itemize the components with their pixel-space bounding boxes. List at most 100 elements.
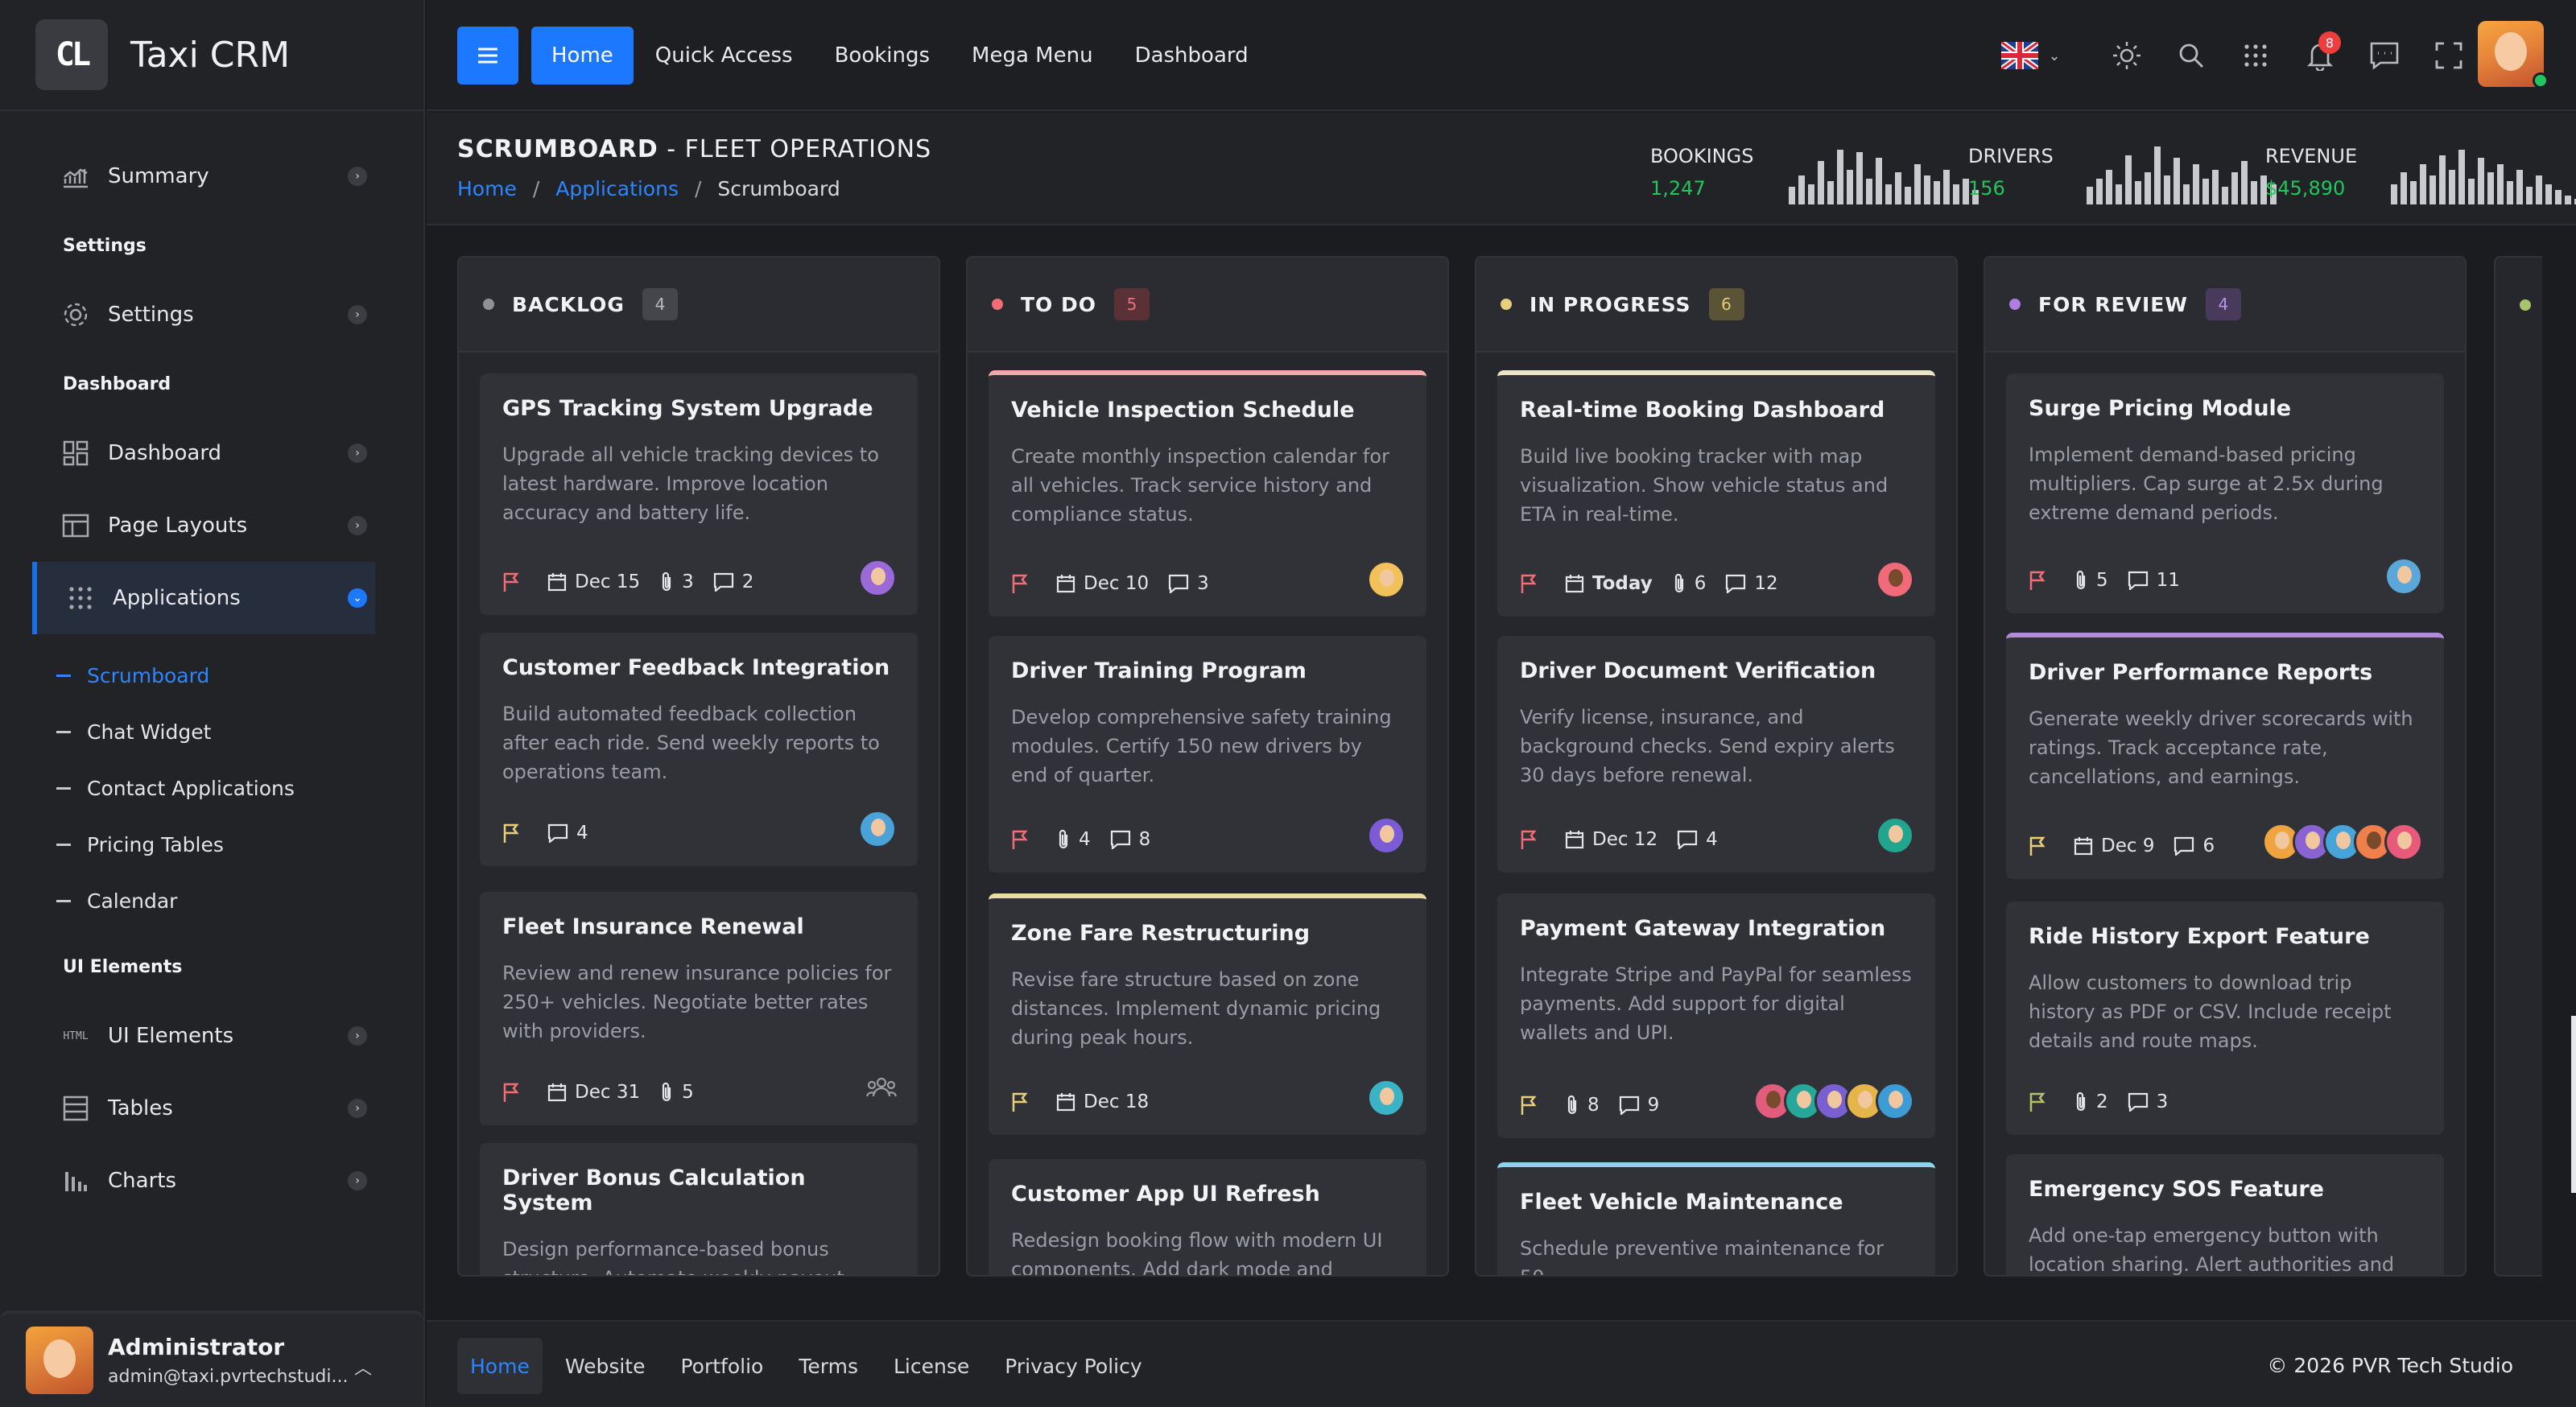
assignees[interactable] — [858, 810, 897, 848]
status-dot — [1501, 299, 1512, 310]
task-card[interactable]: Driver Performance Reports Generate week… — [2006, 633, 2444, 879]
task-card[interactable]: Payment Gateway Integration Integrate St… — [1497, 893, 1935, 1138]
card-description: Implement demand-based pricing multiplie… — [2029, 444, 2384, 524]
subitem-calendar[interactable]: Calendar — [0, 873, 423, 929]
team-icon[interactable] — [865, 1077, 898, 1101]
task-card[interactable]: Customer Feedback Integration Build auto… — [480, 633, 918, 866]
priority-flag[interactable] — [1520, 1095, 1546, 1116]
sidebar-item-ui-elements[interactable]: HTML UI Elements › — [32, 1000, 375, 1072]
breadcrumb-home[interactable]: Home — [457, 177, 517, 200]
sidebar-item-page-layouts[interactable]: Page Layouts › — [32, 489, 375, 562]
assignees[interactable] — [1876, 816, 1914, 855]
card-description: Review and renew insurance policies for … — [502, 962, 892, 1042]
priority-flag[interactable] — [1011, 829, 1037, 850]
notifications-button[interactable]: 8 — [2301, 31, 2341, 75]
sparkline-bar — [2401, 172, 2407, 204]
task-card[interactable]: Vehicle Inspection Schedule Create month… — [989, 370, 1426, 617]
sparkline-bar — [2116, 184, 2122, 204]
search-button[interactable] — [2172, 36, 2211, 75]
task-card[interactable]: Customer App UI Refresh Redesign booking… — [989, 1159, 1426, 1275]
due-date: Dec 9 — [2074, 836, 2154, 856]
priority-flag[interactable] — [1011, 1091, 1037, 1112]
priority-flag[interactable] — [1011, 573, 1037, 594]
topnav-quick-access[interactable]: Quick Access — [635, 27, 813, 85]
chevron-up-icon[interactable]: ︿ — [354, 1354, 372, 1380]
messages-button[interactable] — [2365, 36, 2404, 75]
fullscreen-button[interactable] — [2429, 36, 2468, 75]
priority-flag[interactable] — [502, 571, 528, 592]
theme-toggle-button[interactable] — [2107, 36, 2146, 75]
topnav-bookings[interactable]: Bookings — [815, 27, 950, 85]
footer-link-website[interactable]: Website — [552, 1338, 658, 1394]
assignees[interactable] — [2262, 823, 2423, 861]
sidebar-item-tables[interactable]: Tables › — [32, 1072, 375, 1145]
sidebar-item-charts[interactable]: Charts › — [32, 1145, 375, 1217]
sidebar-nav: Summary › Settings Settings › Dashboard … — [0, 111, 423, 1217]
task-card[interactable]: Ride History Export Feature Allow custom… — [2006, 902, 2444, 1135]
assignees[interactable] — [1367, 560, 1406, 599]
priority-flag[interactable] — [1520, 573, 1546, 594]
subitem-pricing-tables[interactable]: Pricing Tables — [0, 816, 423, 873]
assignees[interactable] — [2384, 557, 2423, 596]
task-card[interactable]: Surge Pricing Module Implement demand-ba… — [2006, 373, 2444, 613]
user-profile[interactable]: Administrator admin@taxi.pvrtechstudi...… — [0, 1310, 423, 1407]
task-card[interactable]: Real-time Booking Dashboard Build live b… — [1497, 370, 1935, 617]
priority-flag[interactable] — [2029, 570, 2054, 591]
priority-flag[interactable] — [2029, 1091, 2054, 1112]
priority-flag[interactable] — [502, 1082, 528, 1103]
column-backlog: BACKLOG 4 GPS Tracking System Upgrade Up… — [457, 256, 940, 1277]
due-date: Dec 18 — [1056, 1091, 1149, 1112]
topnav-dashboard[interactable]: Dashboard — [1115, 27, 1269, 85]
task-card[interactable]: Fleet Insurance Renewal Review and renew… — [480, 892, 918, 1125]
priority-flag[interactable] — [2029, 836, 2054, 856]
priority-flag[interactable] — [1520, 829, 1546, 850]
footer-link-license[interactable]: License — [881, 1338, 982, 1394]
task-card[interactable]: GPS Tracking System Upgrade Upgrade all … — [480, 373, 918, 615]
sidebar-item-summary[interactable]: Summary › — [32, 140, 375, 212]
sparkline-bar — [1866, 178, 1872, 204]
sparkline-bar — [2487, 172, 2494, 204]
sparkline-bar — [1808, 184, 1814, 204]
sidebar-item-settings[interactable]: Settings › — [32, 279, 375, 351]
subitem-chat-widget[interactable]: Chat Widget — [0, 704, 423, 760]
assignees[interactable] — [1753, 1082, 1914, 1120]
task-card[interactable]: Driver Bonus Calculation System Design p… — [480, 1143, 918, 1275]
apps-button[interactable] — [2236, 36, 2275, 75]
footer-link-privacy[interactable]: Privacy Policy — [992, 1338, 1154, 1394]
comments: 12 — [1725, 573, 1778, 594]
subitem-contact-applications[interactable]: Contact Applications — [0, 760, 423, 816]
comments: 2 — [713, 571, 753, 592]
breadcrumb-applications[interactable]: Applications — [555, 177, 679, 200]
topnav-home[interactable]: Home — [531, 27, 634, 85]
sidebar-item-dashboard[interactable]: Dashboard › — [32, 417, 375, 489]
sparkline-bar — [2429, 175, 2436, 204]
paperclip-icon — [1674, 573, 1683, 593]
sparkline-bar — [2193, 163, 2199, 204]
assignees[interactable] — [858, 559, 897, 597]
footer-link-home[interactable]: Home — [457, 1338, 543, 1394]
sidebar: CL Taxi CRM Summary › Settings Settings … — [0, 0, 425, 1407]
footer-link-terms[interactable]: Terms — [786, 1338, 871, 1394]
task-card[interactable]: Emergency SOS Feature Add one-tap emerge… — [2006, 1154, 2444, 1275]
scrollbar-thumb[interactable] — [2571, 1016, 2576, 1193]
footer-link-portfolio[interactable]: Portfolio — [668, 1338, 777, 1394]
sparkline-bar — [2458, 149, 2465, 204]
brand[interactable]: CL Taxi CRM — [0, 0, 423, 111]
topnav-mega-menu[interactable]: Mega Menu — [952, 27, 1113, 85]
breadcrumb: Home / Applications / Scrumboard — [457, 177, 840, 200]
menu-toggle-button[interactable] — [457, 27, 518, 85]
priority-flag[interactable] — [502, 823, 528, 844]
assignees[interactable] — [1367, 816, 1406, 855]
sparkline-bar — [2449, 169, 2455, 204]
subitem-scrumboard[interactable]: Scrumboard — [0, 647, 423, 704]
task-card[interactable]: Zone Fare Restructuring Revise fare stru… — [989, 893, 1426, 1135]
task-card[interactable]: Driver Training Program Develop comprehe… — [989, 636, 1426, 873]
apps-grid-icon — [2244, 44, 2267, 67]
assignees[interactable] — [1367, 1079, 1406, 1117]
language-selector[interactable]: ⌄ — [1995, 36, 2067, 75]
task-card[interactable]: Driver Document Verification Verify lice… — [1497, 636, 1935, 873]
comment-icon — [2174, 836, 2194, 856]
sidebar-item-applications[interactable]: Applications ⌄ — [32, 562, 375, 634]
task-card[interactable]: Fleet Vehicle Maintenance Schedule preve… — [1497, 1162, 1935, 1275]
assignees[interactable] — [1876, 560, 1914, 599]
